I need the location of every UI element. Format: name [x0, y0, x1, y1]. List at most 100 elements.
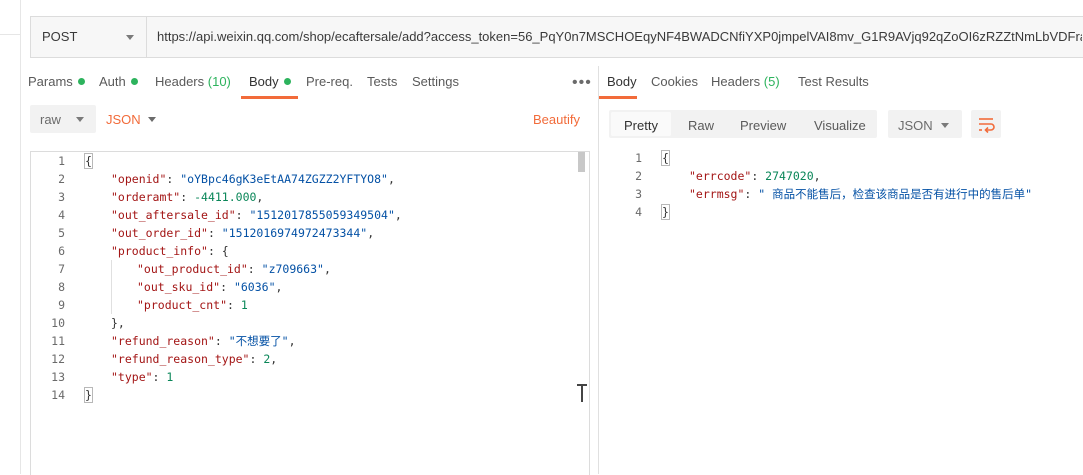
tab-test-results[interactable]: Test Results: [798, 74, 869, 89]
json-string: "oYBpc46gK3eEtAA74ZGZZ2YFTYO8": [180, 172, 388, 186]
line-number: 6: [58, 244, 65, 258]
code-line: {: [84, 152, 93, 170]
code-line: }: [84, 386, 93, 404]
json-key: "product_cnt": [137, 298, 228, 312]
code-line: "refund_reason_type": 2,: [111, 352, 278, 366]
visualize-button[interactable]: Visualize: [814, 118, 866, 133]
json-string: "不想要了": [228, 334, 289, 348]
request-url-bar: POST https://api.weixin.qq.com/shop/ecaf…: [30, 16, 1083, 58]
close-brace: }: [661, 204, 670, 220]
body-mode-select[interactable]: raw: [30, 105, 96, 133]
beautify-button[interactable]: Beautify: [533, 112, 580, 127]
left-sidebar-edge: [0, 0, 21, 474]
code-line: "orderamt": -4411.000,: [111, 190, 264, 204]
response-format-select[interactable]: JSON: [888, 110, 962, 138]
url-input[interactable]: https://api.weixin.qq.com/shop/ecaftersa…: [157, 29, 1082, 44]
json-number: 1: [166, 370, 174, 384]
response-view-switcher: Pretty Raw Preview Visualize: [609, 110, 877, 138]
code-line: "out_aftersale_id": "1512017855059349504…: [111, 208, 402, 222]
request-body-editor[interactable]: 1 2 3 4 5 6 7 8 9 10 11 12 13 14 { "open…: [30, 151, 590, 475]
response-headers-count: (5): [763, 74, 780, 89]
json-string: "z709663": [261, 262, 324, 276]
code-line: "product_cnt": 1: [137, 298, 248, 312]
editor-scrollbar[interactable]: [578, 152, 585, 172]
code-line: "refund_reason": "不想要了",: [111, 334, 296, 348]
code-line: "out_order_id": "1512016974972473344",: [111, 226, 375, 240]
code-line: "out_sku_id": "6036",: [137, 280, 283, 294]
json-number: 2747020: [765, 169, 814, 183]
pretty-button[interactable]: Pretty: [624, 118, 658, 133]
chevron-down-icon: [126, 35, 134, 40]
json-number: 1: [240, 298, 248, 312]
indent-guide: [111, 260, 112, 314]
code-line: }: [661, 203, 670, 221]
json-key: "openid": [111, 172, 167, 186]
tab-body[interactable]: Body: [249, 74, 291, 89]
code-line: "errcode": 2747020,: [689, 169, 821, 183]
line-number: 3: [58, 190, 65, 204]
body-status-dot: [283, 78, 291, 85]
json-key: "out_order_id": [111, 226, 208, 240]
json-key: "out_sku_id": [137, 280, 221, 294]
pane-divider[interactable]: [598, 66, 599, 474]
active-tab-indicator: [241, 96, 298, 99]
line-number: 9: [58, 298, 65, 312]
tab-cookies[interactable]: Cookies: [651, 74, 698, 89]
json-key: "out_aftersale_id": [111, 208, 236, 222]
sidebar-divider: [0, 34, 20, 35]
code-line: "out_product_id": "z709663",: [137, 262, 331, 276]
body-format-select[interactable]: JSON: [106, 112, 141, 127]
tab-prereq[interactable]: Pre-req.: [306, 74, 353, 89]
tab-response-headers[interactable]: Headers (5): [711, 74, 780, 89]
json-string: " 商品不能售后，检查该商品是否有进行中的售后单": [758, 187, 1033, 201]
params-status-dot: [77, 78, 85, 85]
line-number: 4: [635, 205, 642, 219]
json-key: "orderamt": [111, 190, 181, 204]
line-number: 8: [58, 280, 65, 294]
tab-params-label: Params: [28, 74, 73, 89]
open-brace: {: [661, 150, 670, 166]
preview-button[interactable]: Preview: [740, 118, 786, 133]
tab-params[interactable]: Params: [28, 74, 85, 89]
json-key: "refund_reason_type": [111, 352, 250, 366]
json-key: "errmsg": [689, 187, 745, 201]
code-line: "openid": "oYBpc46gK3eEtAA74ZGZZ2YFTYO8"…: [111, 172, 395, 186]
tab-auth[interactable]: Auth: [99, 74, 138, 89]
line-number: 3: [635, 187, 642, 201]
line-number: 4: [58, 208, 65, 222]
auth-status-dot: [130, 78, 138, 85]
close-brace: }: [84, 387, 93, 403]
json-key: "out_product_id": [137, 262, 248, 276]
json-key: "product_info": [111, 244, 208, 258]
chevron-down-icon[interactable]: [148, 117, 156, 122]
json-key: "errcode": [689, 169, 752, 183]
code-line: "product_info": {: [111, 244, 229, 258]
line-number: 1: [635, 151, 642, 165]
json-string: "1512017855059349504": [249, 208, 395, 222]
chevron-down-icon: [76, 117, 84, 122]
tab-response-body[interactable]: Body: [607, 74, 637, 89]
wrap-lines-button[interactable]: [971, 110, 1001, 138]
tab-response-headers-label: Headers: [711, 74, 761, 89]
line-number: 1: [58, 154, 65, 168]
tab-settings[interactable]: Settings: [412, 74, 459, 89]
json-string: "6036": [233, 280, 276, 294]
method-select[interactable]: POST: [31, 17, 147, 57]
headers-count: (10): [207, 74, 231, 89]
json-number: -4411.000: [194, 190, 257, 204]
code-line: "type": 1: [111, 370, 174, 384]
line-number: 11: [51, 334, 65, 348]
line-number: 12: [51, 352, 65, 366]
response-body-viewer[interactable]: 1 2 3 4 { "errcode": 2747020, "errmsg": …: [620, 149, 1080, 229]
line-number: 7: [58, 262, 65, 276]
tab-headers[interactable]: Headers (10): [155, 74, 231, 89]
line-number: 10: [51, 316, 65, 330]
chevron-down-icon: [941, 123, 949, 128]
json-key: "type": [111, 370, 153, 384]
line-number: 14: [51, 388, 65, 402]
raw-button[interactable]: Raw: [688, 118, 714, 133]
json-string: "1512016974972473344": [221, 226, 368, 240]
tab-tests[interactable]: Tests: [367, 74, 397, 89]
code-line: },: [111, 316, 125, 330]
more-options-icon[interactable]: •••: [572, 74, 592, 92]
